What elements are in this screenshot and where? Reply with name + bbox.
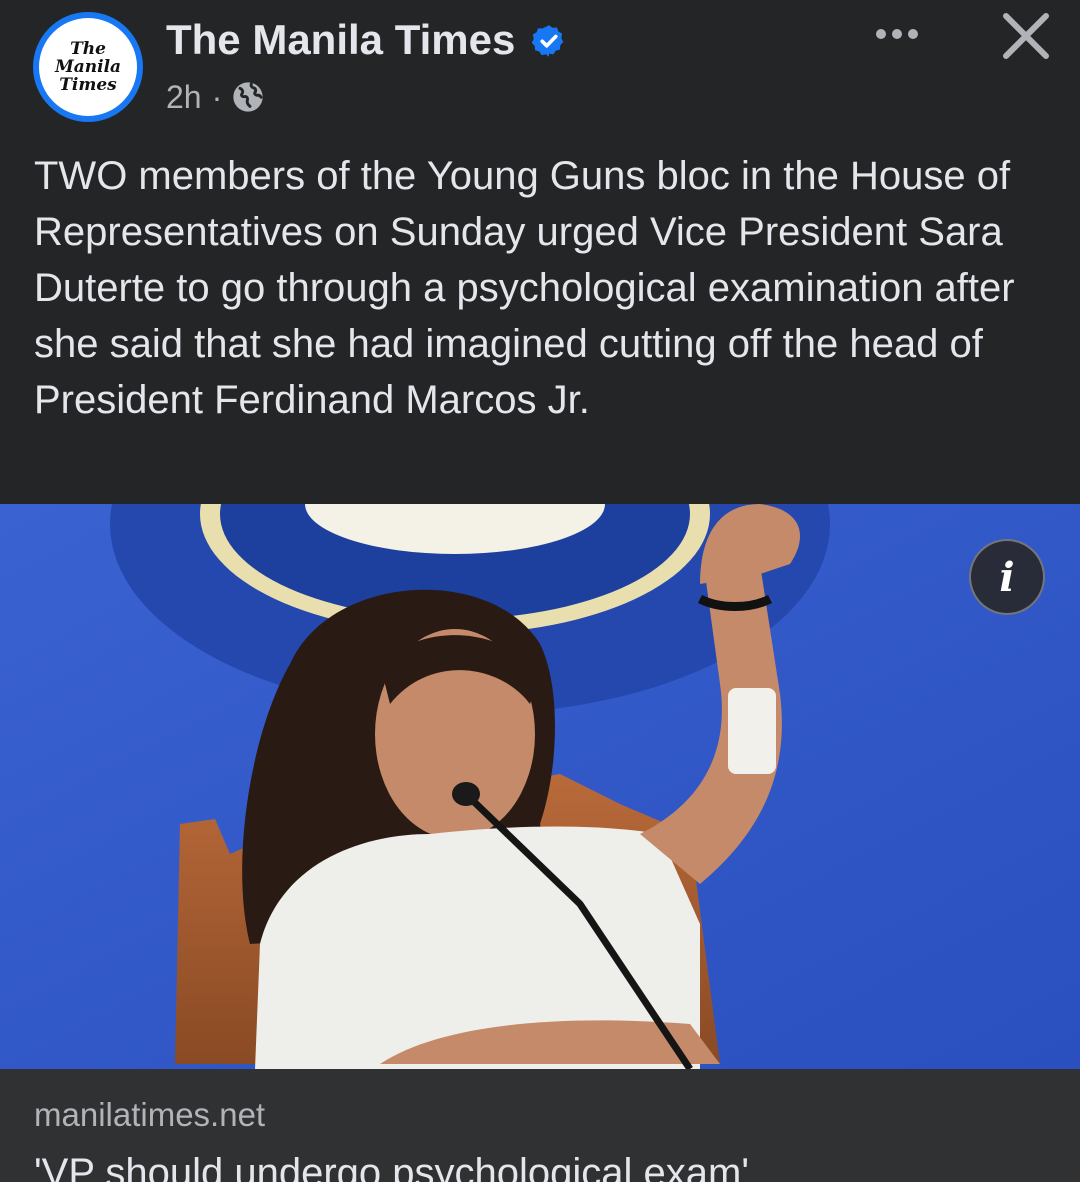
post-photo[interactable] (0, 504, 1080, 1069)
page-name[interactable]: The Manila Times (166, 14, 515, 66)
link-title[interactable]: 'VP should undergo psychological exam' (34, 1149, 749, 1182)
close-icon[interactable] (998, 8, 1054, 64)
avatar-logo: The Manila Times (39, 18, 137, 116)
photo-illustration (0, 504, 1080, 1069)
avatar-line-1: The (70, 39, 106, 59)
page-avatar[interactable]: The Manila Times (33, 12, 143, 122)
avatar-line-3: Times (59, 75, 117, 95)
avatar-line-2: Manila (54, 57, 122, 77)
meta-separator: · (211, 78, 223, 115)
verified-badge-icon (531, 25, 564, 57)
arm-bandage (728, 688, 776, 774)
link-preview[interactable]: manilatimes.net 'VP should undergo psych… (0, 1069, 1080, 1182)
more-dot-2 (892, 29, 902, 39)
info-button[interactable]: i (969, 539, 1045, 615)
post-meta: 2h · (166, 76, 264, 118)
more-dot-3 (908, 29, 918, 39)
link-domain: manilatimes.net (34, 1096, 266, 1133)
post-text: TWO members of the Young Guns bloc in th… (34, 154, 1015, 422)
post-time[interactable]: 2h (166, 79, 202, 116)
globe-icon (233, 82, 263, 112)
more-options-button[interactable] (862, 12, 932, 56)
post-header: The Manila Times The Manila Times 2h · (0, 0, 1080, 130)
more-dot-1 (876, 29, 886, 39)
